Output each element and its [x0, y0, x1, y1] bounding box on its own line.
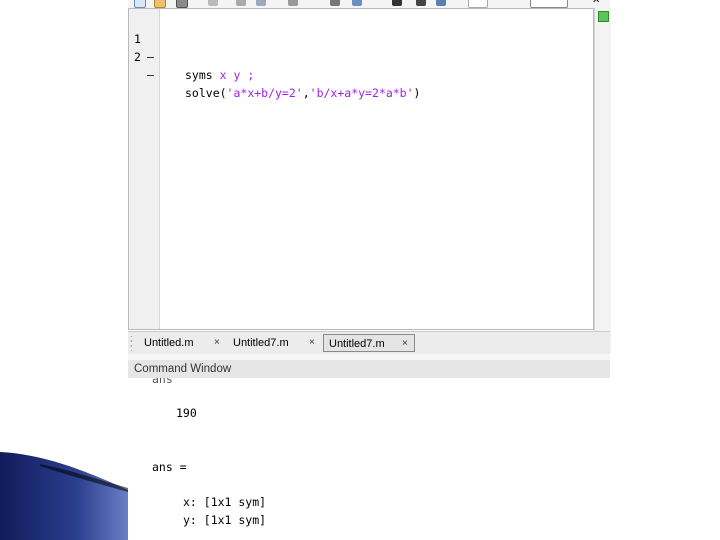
code-line-1[interactable]: 1 – syms x y ; [129, 12, 254, 82]
code-analyzer-status-icon[interactable] [598, 11, 609, 22]
code-line-2[interactable]: 2 – solve('a*x+b/y=2','b/x+a*y=2*a*b') [129, 30, 420, 100]
forward-icon[interactable] [436, 0, 446, 6]
tab-label: Untitled7.m [233, 337, 289, 349]
find-icon[interactable] [352, 0, 362, 6]
output-line: y: [1x1 sym] [183, 513, 267, 527]
stack-select[interactable] [468, 0, 488, 8]
close-icon[interactable]: ✕ [592, 0, 602, 6]
tab-label: Untitled.m [144, 337, 194, 349]
cut-icon[interactable] [208, 0, 218, 6]
layout-select[interactable] [530, 0, 568, 8]
copy-icon[interactable] [236, 0, 246, 6]
code-comma: , [302, 86, 310, 100]
line-number: 2 [134, 50, 141, 64]
print-icon[interactable] [330, 0, 340, 6]
output-line: x: [1x1 sym] [183, 495, 267, 509]
output-line: ans [152, 378, 173, 386]
open-folder-icon[interactable] [154, 0, 166, 8]
drag-grip-icon[interactable]: ::: [130, 334, 134, 353]
close-tab-icon[interactable]: × [402, 335, 408, 353]
close-tab-icon[interactable]: × [214, 334, 220, 352]
output-line: 190 [176, 406, 197, 420]
run-icon[interactable] [392, 0, 402, 6]
output-line: ans = [152, 460, 187, 474]
code-close-paren: ) [413, 86, 421, 100]
close-tab-icon[interactable]: × [309, 334, 315, 352]
paste-icon[interactable] [256, 0, 266, 6]
code-function: solve( [185, 86, 227, 100]
breakpoint-marker[interactable]: – [147, 66, 154, 84]
code-string: 'a*x+b/y=2' [226, 86, 303, 100]
new-file-icon[interactable] [134, 0, 146, 8]
back-icon[interactable] [416, 0, 426, 6]
code-string: 'b/x+a*y=2*a*b' [309, 86, 414, 100]
save-icon[interactable] [176, 0, 188, 8]
undo-icon[interactable] [288, 0, 298, 6]
tab-untitled-m[interactable]: Untitled.m × [144, 334, 228, 352]
tab-label: Untitled7.m [329, 338, 385, 350]
code-symbols: x y ; [212, 68, 255, 82]
code-editor[interactable]: 1 – syms x y ; 2 – solve('a*x+b/y=2','b/… [128, 8, 594, 330]
editor-toolbar: ✕ [128, 0, 610, 8]
editor-scrollbar[interactable] [594, 8, 611, 354]
slide-decoration [0, 452, 128, 540]
tab-untitled7-m[interactable]: Untitled7.m × [233, 334, 321, 352]
document-tab-bar: ::: Untitled.m × Untitled7.m × Untitled7… [128, 331, 610, 355]
command-window-title: Command Window [128, 360, 610, 379]
command-window[interactable]: ans 190 ans = x: [1x1 sym] y: [1x1 sym] [128, 378, 610, 540]
code-keyword: syms [185, 68, 213, 82]
tab-untitled7-m-active[interactable]: Untitled7.m × [323, 334, 415, 352]
